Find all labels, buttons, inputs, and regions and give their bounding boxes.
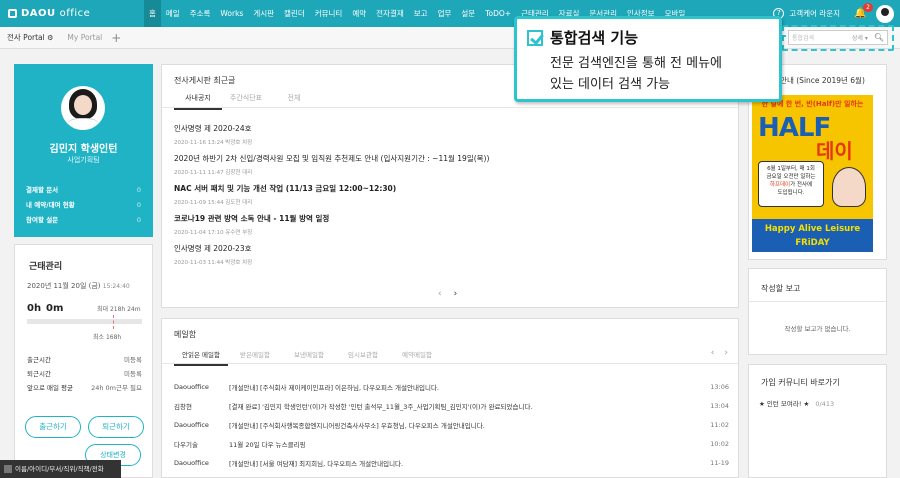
profile-dept: 사업기획팀 [67,156,100,164]
profile-name: 김민지 학생인턴 [49,144,118,155]
attendance-min: 최소 168h [93,334,122,341]
logo-suffix: office [59,8,91,19]
attendance-clock: 15:24:40 [102,283,130,290]
table-row[interactable]: Daouoffice [개설안내] [서울 여담재] 최지희님, 다우오피스 개설… [174,453,729,472]
callout-body: 전문 검색엔진을 통해 전 메뉴에 있는 데이터 검색 가능 [550,56,723,92]
list-item[interactable]: 2020년 하반기 2차 신입/경력사원 모집 및 임직원 추천제도 안내 (입… [174,153,724,183]
nav-approval[interactable]: 전자결재 [371,0,409,27]
logo-brand: DAOU [21,8,56,19]
table-row[interactable]: 김창현 [결재 완료] '김민지 학생인턴'(이)가 작성한 '인턴 출석부_11… [174,396,729,415]
attendance-date: 2020년 11월 20일 (금) 15:24:40 [27,282,130,290]
report-card: 작성할 보고 작성할 보고가 없습니다. [748,268,887,355]
mail-list: Daouoffice [개설안내] [주식회사 제이케이인프라] 이은하님, 다우… [174,377,729,472]
nav-calendar[interactable]: 캘린더 [279,0,310,27]
user-area: ? 고객케어 라운지 🔔 2 [773,0,894,27]
chevron-right-icon[interactable]: › [454,289,458,299]
logo[interactable]: DAOU office [8,0,128,27]
bell-icon[interactable]: 🔔 2 [854,2,873,21]
checkbox-icon [527,29,543,46]
table-row[interactable]: Daouoffice [개설안내] [주식회사 제이케이인프라] 이은하님, 다우… [174,377,729,396]
list-item[interactable]: 인사명령 제 2020-23호 2020-11-03 11:44 박광호 차장 [174,243,724,273]
attendance-max: 최대 218h 24m [97,306,141,313]
community-item[interactable]: ★ 인턴 모여라! ★ 0/413 [759,398,834,408]
nav-community[interactable]: 커뮤니티 [310,0,348,27]
gear-icon[interactable]: ⚙ [47,34,53,42]
banner-character [832,167,866,207]
clock-in-button[interactable]: 출근하기 [25,416,81,438]
banner-bubble: 6월 1일부터, 매 1회 금요일 오전만 일하는 하프데이가 전사에 도입됩니… [758,161,824,207]
profile-stat-reservation[interactable]: 내 예약/대여 현황 0 [26,198,141,213]
attendance-title: 근태관리 [29,262,63,272]
nav-survey[interactable]: 설문 [456,0,480,27]
banner-dei: 데이 [816,139,853,163]
mail-title: 메일함 [174,330,197,339]
community-count: 0/413 [815,400,835,408]
attendance-row-in: 출근시간 미등록 [27,356,142,364]
attendance-row-average: 앞으로 매일 평균 24h 0m근무 필요 [27,384,142,392]
attendance-progress-bar [27,319,142,324]
callout-title: 통합검색 기능 [527,27,638,48]
community-card: 가입 커뮤니티 바로가기 ★ 인턴 모여라! ★ 0/413 [748,364,887,478]
directory-search[interactable]: 이름/아이디/부서/직위/직책/전화 [0,460,121,478]
board-title: 전사게시판 최근글 [174,76,236,85]
nav-works[interactable]: Works [215,0,248,27]
attendance-card: 근태관리 2020년 11월 20일 (금) 15:24:40 0h 0m 최대… [14,244,153,478]
notification-badge: 2 [863,2,873,12]
board-post-list: 인사명령 제 2020-24호 2020-11-16 13:24 박광호 차장 2… [174,123,724,273]
chevron-left-icon[interactable]: ‹ [438,289,442,299]
profile-card: 김민지 학생인턴 사업기획팀 결재할 문서 0 내 예약/대여 현황 0 참여할 설… [14,64,153,237]
tab-company-portal[interactable]: 전사 Portal ⚙ [0,32,60,43]
attendance-max-marker [113,315,114,329]
attendance-row-out: 퇴근시간 미등록 [27,370,142,378]
chevron-left-icon[interactable]: ‹ [711,348,715,358]
profile-stat-survey[interactable]: 참여할 설문 0 [26,213,141,228]
nav-reservation[interactable]: 예약 [347,0,371,27]
profile-avatar[interactable] [61,86,105,130]
tab-my-portal[interactable]: My Portal [60,33,109,42]
logo-icon [8,9,17,18]
mailbox-panel: 메일함 안읽은 메일함 받은메일함 보낸메일함 임시보관함 예약메일함 ‹ › D… [161,318,739,478]
nav-mail[interactable]: 메일 [161,0,185,27]
profile-stat-approval[interactable]: 결재할 문서 0 [26,183,141,198]
chevron-right-icon[interactable]: › [724,348,728,358]
user-name[interactable]: 고객케어 라운지 [789,8,840,19]
halfday-banner-image[interactable]: 한 달에 한 번, 반(Half)만 일하는 HALF 데이 6월 1일부터, … [752,95,873,252]
add-tab-icon[interactable]: + [111,31,121,45]
board-pager: ‹ › [438,289,457,299]
avatar[interactable] [876,4,894,23]
community-title: 가입 커뮤니티 바로가기 [761,378,840,387]
report-title: 작성할 보고 [761,284,801,293]
list-item[interactable]: NAC 서버 패치 및 기능 개선 작업 (11/13 금요일 12:00~12… [174,183,724,213]
attendance-worked-time: 0h 0m [27,303,64,314]
list-item[interactable]: 인사명령 제 2020-24호 2020-11-16 13:24 박광호 차장 [174,123,724,153]
clock-out-button[interactable]: 퇴근하기 [88,416,144,438]
nav-contacts[interactable]: 주소록 [185,0,216,27]
nav-board[interactable]: 게시판 [248,0,279,27]
table-row[interactable]: 다우기술 11월 20일 다우 뉴스클리핑 10:02 [174,434,729,453]
search-highlight [782,25,894,51]
nav-todo[interactable]: ToDO+ [480,0,516,27]
person-icon [4,465,12,473]
nav-report[interactable]: 보고 [409,0,433,27]
banner-footer: Happy Alive Leisure FRiDAY [752,219,873,252]
table-row[interactable]: Daouoffice [개설안내] [주식회사행복종합엔지니어링건축사사무소] 우… [174,415,729,434]
report-empty: 작성할 보고가 없습니다. [784,325,851,333]
list-item[interactable]: 코로나19 관련 방역 소독 안내 - 11월 방역 일정 2020-11-04 … [174,213,724,243]
nav-task[interactable]: 업무 [433,0,457,27]
nav-home[interactable]: 홈 [144,0,161,27]
feature-callout: 통합검색 기능 전문 검색엔진을 통해 전 메뉴에 있는 데이터 검색 가능 [514,16,782,102]
